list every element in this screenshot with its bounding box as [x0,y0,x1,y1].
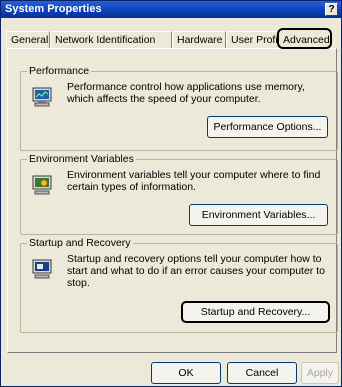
environment-variables-description: Environment variables tell your computer… [67,169,321,193]
startup-recovery-group: Startup and Recovery Startup and recover… [20,237,338,333]
advanced-panel: Performance Performance control how appl… [7,48,338,353]
tab-general[interactable]: General [6,31,50,48]
title-bar[interactable]: System Properties ? [1,1,341,18]
ok-button[interactable]: OK [151,362,221,384]
performance-group: Performance Performance control how appl… [20,65,338,151]
system-properties-window: System Properties ? General Network Iden… [0,0,342,387]
startup-recovery-description: Startup and recovery options tell your c… [67,253,325,289]
performance-monitor-icon [32,87,52,107]
tab-hardware[interactable]: Hardware [172,31,226,48]
environment-variables-button[interactable]: Environment Variables... [189,204,328,226]
performance-title: Performance [27,65,92,77]
tab-strip: General Network Identification Hardware … [6,28,336,49]
startup-computer-icon [32,259,52,279]
tab-advanced[interactable]: Advanced [277,28,332,49]
environment-settings-icon [32,175,52,195]
environment-variables-group: Environment Variables Environment variab… [20,153,338,235]
environment-variables-title: Environment Variables [27,153,136,165]
startup-recovery-button[interactable]: Startup and Recovery... [181,301,330,323]
tab-network-identification[interactable]: Network Identification [50,31,172,48]
apply-button: Apply [301,362,339,384]
window-title: System Properties [5,3,102,15]
cancel-button[interactable]: Cancel [227,362,297,384]
startup-recovery-title: Startup and Recovery [27,237,133,249]
performance-description: Performance control how applications use… [67,81,305,105]
help-button[interactable]: ? [325,3,338,16]
performance-options-button[interactable]: Performance Options... [207,116,328,138]
